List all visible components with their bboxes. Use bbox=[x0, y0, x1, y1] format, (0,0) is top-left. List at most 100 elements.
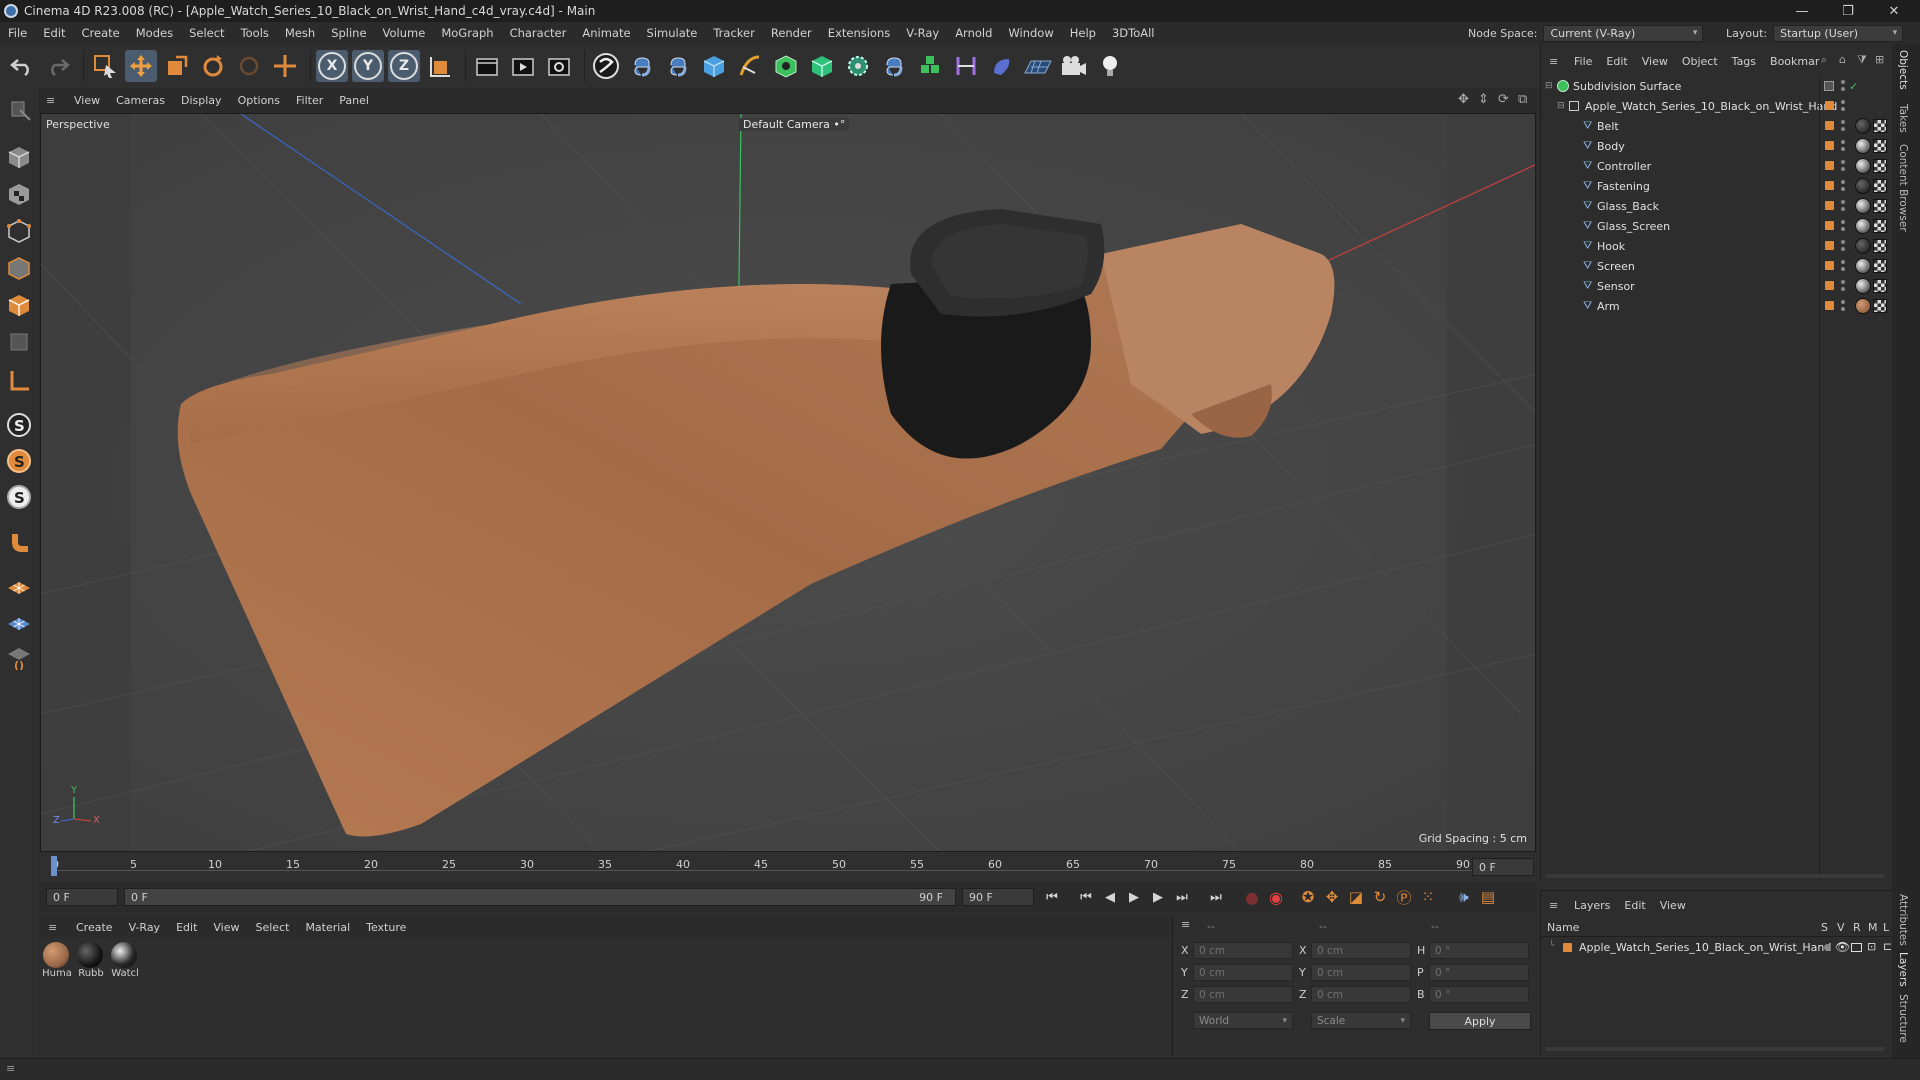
visibility-dots-icon[interactable] bbox=[1841, 140, 1845, 152]
menu-mograph[interactable]: MoGraph bbox=[433, 26, 501, 40]
material-menu-texture[interactable]: Texture bbox=[358, 921, 414, 934]
rotate-tool-button[interactable] bbox=[197, 50, 229, 82]
position-x-field[interactable]: 0 cm bbox=[1193, 942, 1293, 959]
menu-modes[interactable]: Modes bbox=[128, 26, 181, 40]
menu-file[interactable]: File bbox=[0, 26, 35, 40]
layer-color-swatch[interactable] bbox=[1563, 943, 1572, 952]
viewport-menu-display[interactable]: Display bbox=[173, 94, 230, 107]
viewport-zoom-icon[interactable]: ⇕ bbox=[1478, 92, 1489, 107]
search-icon[interactable]: ⌕ bbox=[1821, 53, 1827, 67]
object-row-hook[interactable]: ⛛ Hook bbox=[1541, 236, 1893, 256]
visibility-dots-icon[interactable] bbox=[1841, 200, 1845, 212]
layer-menu-view[interactable]: View bbox=[1653, 899, 1693, 912]
collapse-toggle-icon[interactable]: ⊟ bbox=[1557, 101, 1565, 111]
size-y-field[interactable]: 0 cm bbox=[1311, 964, 1411, 981]
undo-button[interactable] bbox=[6, 50, 38, 82]
layer-menu-edit[interactable]: Edit bbox=[1617, 899, 1652, 912]
material-tag-icon[interactable] bbox=[1855, 218, 1871, 234]
keyframe-selection-button[interactable]: ✪ bbox=[1296, 886, 1320, 908]
menu-tools[interactable]: Tools bbox=[233, 26, 277, 40]
layer-menu-layers[interactable]: Layers bbox=[1567, 899, 1617, 912]
edit-toggle-icon[interactable] bbox=[1824, 81, 1834, 91]
layer-color-tag[interactable] bbox=[1825, 221, 1834, 230]
viewport-menu-options[interactable]: Options bbox=[230, 94, 288, 107]
cloner-button[interactable] bbox=[842, 50, 874, 82]
material-tag-icon[interactable] bbox=[1855, 298, 1871, 314]
axis-mode-button[interactable] bbox=[4, 366, 34, 396]
visibility-dots-icon[interactable] bbox=[1841, 220, 1845, 232]
object-menu-edit[interactable]: Edit bbox=[1599, 55, 1634, 68]
snap-button[interactable]: S bbox=[4, 410, 34, 440]
tab-content-browser[interactable]: Content Browser bbox=[1897, 144, 1909, 232]
rotation-b-field[interactable]: 0 ° bbox=[1429, 986, 1529, 1003]
locked-workplane-button[interactable]: () bbox=[4, 642, 34, 672]
viewport-camera-name[interactable]: Default Camera •° bbox=[739, 118, 850, 131]
layer-color-tag[interactable] bbox=[1825, 101, 1834, 110]
previous-frame-button[interactable]: ◀ bbox=[1098, 886, 1122, 908]
viewport-move-icon[interactable]: ✥ bbox=[1458, 92, 1469, 107]
texture-tag-icon[interactable] bbox=[1873, 199, 1887, 213]
layer-color-tag[interactable] bbox=[1825, 241, 1834, 250]
new-window-icon[interactable]: ⊞ bbox=[1875, 53, 1884, 66]
position-y-field[interactable]: 0 cm bbox=[1193, 964, 1293, 981]
material-tag-icon[interactable] bbox=[1855, 278, 1871, 294]
texture-tag-icon[interactable] bbox=[1873, 179, 1887, 193]
texture-tag-icon[interactable] bbox=[1873, 219, 1887, 233]
live-selection-button[interactable] bbox=[89, 50, 121, 82]
size-z-field[interactable]: 0 cm bbox=[1311, 986, 1411, 1003]
material-tag-icon[interactable] bbox=[1855, 158, 1871, 174]
texture-tag-icon[interactable] bbox=[1873, 239, 1887, 253]
object-row-sensor[interactable]: ⛛ Sensor bbox=[1541, 276, 1893, 296]
rotation-p-field[interactable]: 0 ° bbox=[1429, 964, 1529, 981]
render-picture-viewer-button[interactable] bbox=[507, 50, 539, 82]
mograph-cubes-button[interactable] bbox=[914, 50, 946, 82]
z-axis-lock-button[interactable]: Z bbox=[388, 50, 420, 82]
material-tag-icon[interactable] bbox=[1855, 198, 1871, 214]
x-axis-lock-button[interactable]: X bbox=[316, 50, 348, 82]
node-space-select[interactable]: Current (V-Ray) ▾ bbox=[1543, 24, 1704, 42]
object-menu-view[interactable]: View bbox=[1635, 55, 1675, 68]
menu-spline[interactable]: Spline bbox=[323, 26, 374, 40]
transform-tool-button[interactable] bbox=[269, 50, 301, 82]
visibility-dots-icon[interactable] bbox=[1841, 280, 1845, 292]
camera-button[interactable] bbox=[1058, 50, 1090, 82]
menu-arnold[interactable]: Arnold bbox=[947, 26, 1000, 40]
object-row-screen[interactable]: ⛛ Screen bbox=[1541, 256, 1893, 276]
material-tag-icon[interactable] bbox=[1855, 138, 1871, 154]
play-button[interactable]: ▶ bbox=[1122, 886, 1146, 908]
menu-edit[interactable]: Edit bbox=[35, 26, 73, 40]
tab-attributes[interactable]: Attributes bbox=[1897, 894, 1909, 946]
texture-tag-icon[interactable] bbox=[1873, 299, 1887, 313]
tab-takes[interactable]: Takes bbox=[1897, 104, 1909, 133]
texture-mode-button[interactable] bbox=[4, 179, 34, 209]
material-swatch-rubber[interactable]: Rubb bbox=[76, 942, 104, 979]
visibility-dots-icon[interactable] bbox=[1841, 180, 1845, 192]
object-row-arm[interactable]: ⛛ Arm bbox=[1541, 296, 1893, 316]
scale-key-button[interactable]: ◪ bbox=[1344, 886, 1368, 908]
object-row-glass-back[interactable]: ⛛ Glass_Back bbox=[1541, 196, 1893, 216]
menu-character[interactable]: Character bbox=[502, 26, 575, 40]
light-button[interactable] bbox=[1094, 50, 1126, 82]
size-x-field[interactable]: 0 cm bbox=[1311, 942, 1411, 959]
eye-icon[interactable]: 👁 bbox=[1835, 940, 1850, 954]
manager-toggle-icon[interactable]: ⊡ bbox=[1867, 940, 1876, 953]
material-tag-icon[interactable] bbox=[1855, 178, 1871, 194]
object-row-watch-group[interactable]: ⊟ Apple_Watch_Series_10_Black_on_Wrist_H… bbox=[1541, 96, 1893, 116]
material-menu-edit[interactable]: Edit bbox=[168, 921, 205, 934]
coordinate-space-select[interactable]: World ▾ bbox=[1193, 1012, 1293, 1029]
home-icon[interactable]: ⌂ bbox=[1839, 53, 1846, 66]
layer-color-tag[interactable] bbox=[1825, 121, 1834, 130]
next-frame-button[interactable]: ▶ bbox=[1146, 886, 1170, 908]
visibility-dots-icon[interactable] bbox=[1841, 120, 1845, 132]
minimize-button[interactable]: — bbox=[1780, 0, 1824, 22]
hamburger-icon[interactable]: ≡ bbox=[40, 921, 68, 934]
perspective-viewport[interactable]: Perspective Default Camera •° Y Z X Grid… bbox=[40, 113, 1536, 852]
object-row-belt[interactable]: ⛛ Belt bbox=[1541, 116, 1893, 136]
material-menu-select[interactable]: Select bbox=[248, 921, 298, 934]
material-swatch-watch[interactable]: Watcl bbox=[110, 942, 139, 979]
viewport-maximize-icon[interactable]: ⧉ bbox=[1518, 92, 1527, 107]
render-view-button[interactable] bbox=[471, 50, 503, 82]
texture-tag-icon[interactable] bbox=[1873, 119, 1887, 133]
texture-tag-icon[interactable] bbox=[1873, 139, 1887, 153]
subdivision-surface-button[interactable] bbox=[770, 50, 802, 82]
